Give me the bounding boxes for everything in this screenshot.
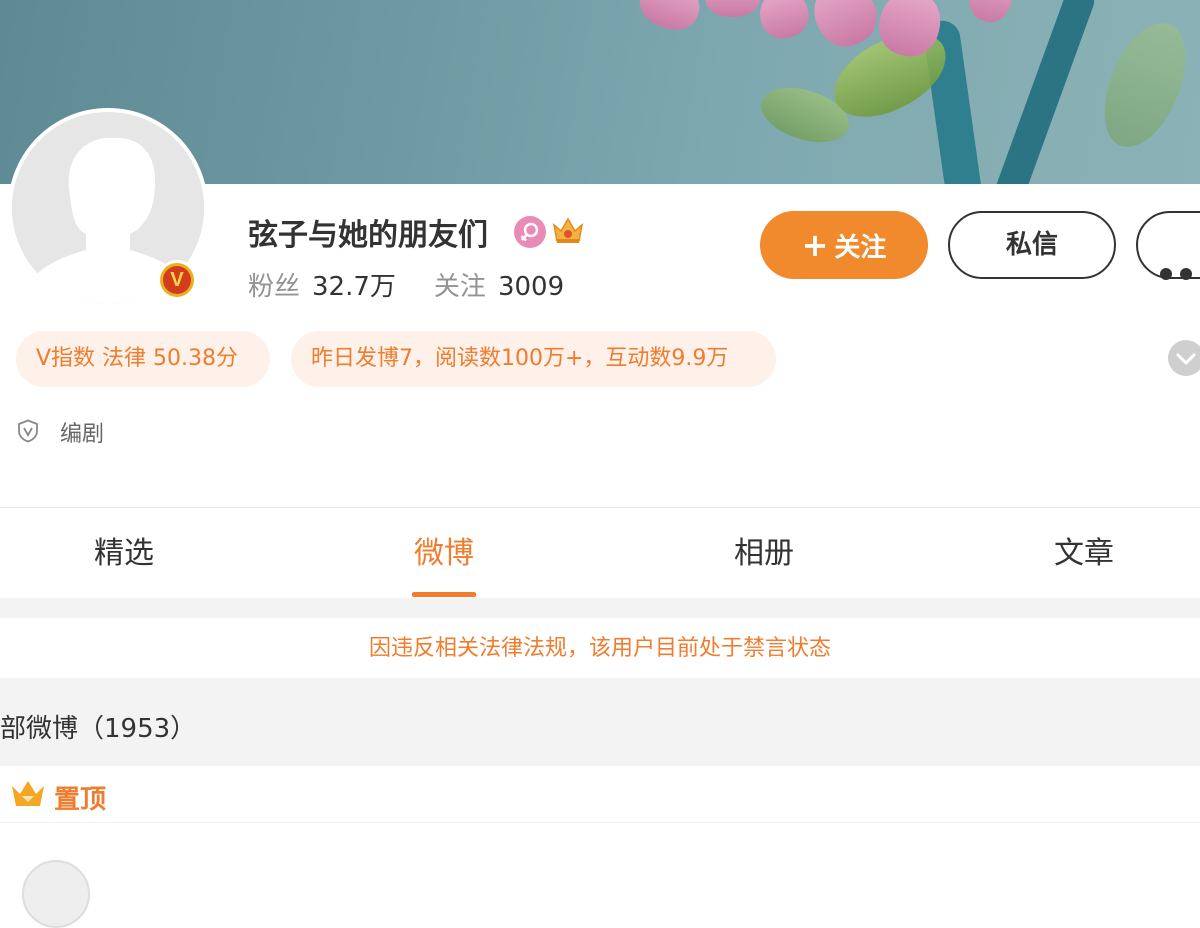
profile-tabs: 精选 微博 相册 文章 <box>0 508 1200 598</box>
follow-button-label: 关注 <box>834 233 887 263</box>
active-tab-indicator <box>412 592 476 597</box>
message-button-label: 私信 <box>1005 230 1058 260</box>
more-icon <box>1160 240 1200 304</box>
ban-notice: 因违反相关法律法规，该用户目前处于禁言状态 <box>0 618 1200 678</box>
followers-count[interactable]: 32.7万 <box>312 272 396 302</box>
activity-tag[interactable]: 昨日发博7，阅读数100万+，互动数9.9万 <box>291 331 776 387</box>
post-avatar[interactable] <box>22 860 90 928</box>
tab-weibo[interactable]: 微博 <box>344 508 544 598</box>
divider <box>0 822 1200 823</box>
following-label: 关注 <box>433 272 486 302</box>
tab-album[interactable]: 相册 <box>664 508 864 598</box>
following-count[interactable]: 3009 <box>498 272 564 302</box>
job-title: 编剧 <box>60 422 105 447</box>
verified-badge-icon: V <box>157 260 197 300</box>
separator <box>0 598 1200 618</box>
v-index-tag[interactable]: V指数 法律 50.38分 <box>16 331 270 387</box>
plus-icon: + <box>801 226 829 264</box>
profile-stats: 粉丝 32.7万 关注 3009 <box>248 266 564 303</box>
verified-shield-icon <box>17 419 39 443</box>
female-icon <box>514 216 546 248</box>
pin-crown-icon <box>10 778 46 810</box>
followers-label: 粉丝 <box>248 272 301 302</box>
tab-featured[interactable]: 精选 <box>24 508 224 598</box>
chevron-down-icon[interactable] <box>1168 340 1200 376</box>
more-button[interactable] <box>1136 211 1200 280</box>
follow-button[interactable]: + 关注 <box>760 211 928 279</box>
crown-icon <box>551 213 585 247</box>
tab-articles[interactable]: 文章 <box>984 508 1184 598</box>
pinned-row <box>0 766 1200 822</box>
all-weibo-count[interactable]: 部微博（1953） <box>0 708 196 745</box>
pinned-label: 置顶 <box>54 785 107 815</box>
profile-name: 弦子与她的朋友们 <box>248 218 488 253</box>
message-button[interactable]: 私信 <box>948 211 1116 279</box>
